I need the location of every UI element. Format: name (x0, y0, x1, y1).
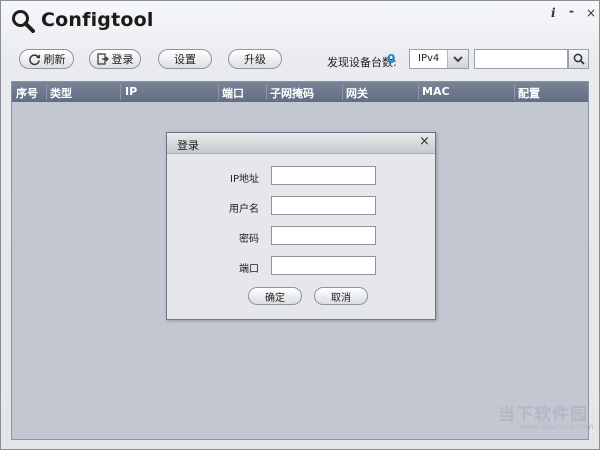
watermark-logo-icon (461, 399, 495, 433)
password-input[interactable] (271, 226, 376, 245)
search-input[interactable] (474, 49, 568, 69)
upgrade-label: 升级 (244, 53, 266, 66)
dialog-title-bar[interactable]: 登录 × (167, 133, 435, 154)
close-button[interactable]: × (586, 6, 596, 20)
ip-address-input[interactable] (271, 166, 376, 185)
col-header-ip[interactable]: IP (125, 85, 137, 98)
username-input[interactable] (271, 196, 376, 215)
ip-version-value: IPv4 (418, 53, 440, 64)
dialog-close-button[interactable]: × (419, 134, 430, 149)
col-header-type[interactable]: 类型 (50, 85, 72, 101)
col-header-port[interactable]: 端口 (222, 85, 244, 101)
upgrade-button[interactable]: 升级 (228, 49, 282, 69)
app-window: Configtool i - × 刷新 登录 设置 升级 发现设备台数: 0 I… (0, 0, 600, 450)
refresh-icon (28, 53, 40, 65)
info-button[interactable]: i (551, 6, 556, 20)
col-header-mac[interactable]: MAC (422, 85, 450, 98)
settings-button[interactable]: 设置 (158, 49, 212, 69)
col-header-index[interactable]: 序号 (16, 85, 38, 101)
port-input[interactable] (271, 256, 376, 275)
settings-label: 设置 (174, 53, 196, 66)
col-header-gateway[interactable]: 网关 (346, 85, 368, 101)
ip-address-label: IP地址 (230, 174, 259, 185)
dropdown-arrow[interactable] (447, 50, 468, 68)
search-icon (573, 53, 585, 65)
login-dialog: 登录 × IP地址 用户名 密码 端口 确定 取消 (166, 132, 436, 320)
username-label: 用户名 (229, 204, 259, 215)
found-devices-count: 0 (387, 52, 396, 66)
port-label: 端口 (239, 264, 259, 275)
col-header-config[interactable]: 配置 (518, 85, 540, 101)
title-bar: Configtool i - × (1, 1, 599, 41)
magnifier-logo-icon (12, 10, 35, 33)
table-header: 序号 类型 IP 端口 子网掩码 网关 MAC 配置 (12, 82, 588, 102)
col-header-subnet[interactable]: 子网掩码 (270, 85, 314, 101)
minimize-button[interactable]: - (569, 4, 574, 18)
login-icon (96, 53, 109, 65)
refresh-label: 刷新 (43, 53, 66, 66)
search-button[interactable] (568, 49, 589, 69)
login-button[interactable]: 登录 (89, 49, 141, 69)
login-label: 登录 (111, 53, 134, 66)
chevron-down-icon (453, 55, 463, 62)
app-title: Configtool (41, 9, 154, 31)
refresh-button[interactable]: 刷新 (19, 49, 74, 69)
ip-version-select[interactable]: IPv4 (409, 49, 469, 69)
password-label: 密码 (239, 234, 259, 245)
dialog-title: 登录 (177, 139, 199, 152)
ok-button[interactable]: 确定 (248, 287, 302, 305)
cancel-button[interactable]: 取消 (314, 287, 368, 305)
watermark-url: www.downxia.com (519, 422, 594, 431)
